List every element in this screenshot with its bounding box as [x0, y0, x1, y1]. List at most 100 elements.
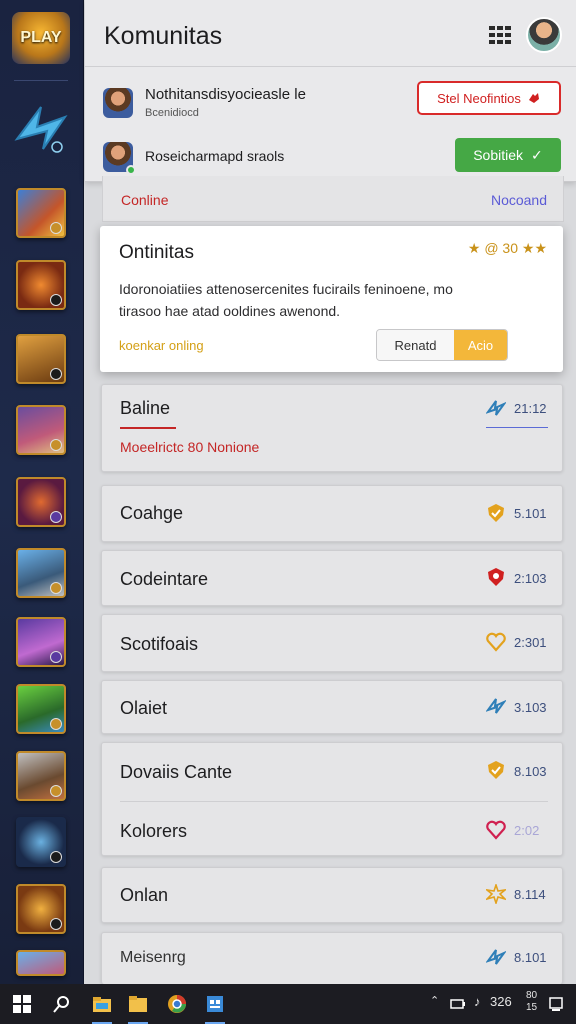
main-panel: Komunitas Nothitansdisyocieasle le Bceni… [85, 0, 576, 984]
submit-button[interactable]: Sobitiek ✓ [455, 138, 561, 172]
popup-title: Ontinitas [119, 242, 194, 263]
card-value: 2:103 [514, 571, 547, 586]
star-burst-icon [486, 884, 506, 904]
cancel-button[interactable]: Renatd [377, 330, 454, 360]
arrow-icon [486, 400, 506, 416]
clock-top: 80 [526, 990, 538, 1001]
header-divider [85, 66, 576, 67]
card-name: Meisenrg [120, 949, 186, 966]
game-tile-8[interactable] [16, 684, 66, 734]
online-dot [126, 165, 136, 175]
grid-view-icon[interactable] [489, 26, 511, 44]
search-icon[interactable] [52, 994, 72, 1014]
status-left[interactable]: Conline [121, 192, 168, 208]
popup-button-group: Renatd Acio [376, 329, 508, 361]
game-tile-7[interactable] [16, 617, 66, 667]
community-card-6[interactable]: Dovaiis Cante 8.103 Kolorers 2:02 [101, 742, 563, 856]
game-tile-1[interactable] [16, 188, 66, 238]
game-tile-9[interactable] [16, 751, 66, 801]
card-value: 2:301 [514, 635, 547, 650]
card-underline [120, 427, 176, 429]
battery-icon[interactable] [450, 994, 466, 1014]
card-name: Codeintare [120, 569, 209, 589]
user-avatar[interactable] [526, 17, 562, 53]
file-explorer-icon[interactable] [92, 994, 112, 1014]
community-card-2[interactable]: Coahge 5.101 [101, 485, 563, 542]
community-card-5[interactable]: Olaiet 3.103 [101, 680, 563, 734]
status-row: Conline Nocoand [102, 176, 564, 222]
community-popup: Ontinitas ★ @ 30 ★★ Idoronoiatiies atten… [100, 226, 563, 372]
check-icon: ✓ [531, 146, 543, 163]
request-row-2: Roseicharmapd sraols Sobitiek ✓ [85, 134, 576, 182]
card-value: 5.101 [514, 506, 547, 521]
app-logo[interactable]: PLAY [12, 12, 70, 64]
status-right[interactable]: Nocoand [491, 192, 547, 208]
clock-block[interactable]: 80 15 [526, 990, 537, 1014]
game-tile-6[interactable] [16, 548, 66, 598]
accept-button[interactable]: Acio [454, 330, 507, 360]
card-value: 8.101 [514, 950, 547, 965]
game-tile-12[interactable] [16, 950, 66, 976]
gold-shield-icon [488, 504, 504, 522]
red-shield-icon [488, 568, 504, 586]
community-card-1[interactable]: Baline 21:12 Moeelrictc 80 Nonione [101, 384, 563, 472]
card-name: Baline [120, 398, 171, 418]
request-sub: Bcenidiocd [145, 107, 199, 119]
card-name: Kolorers [120, 821, 188, 841]
card-value: 21:12 [514, 401, 547, 416]
avatar [103, 88, 133, 118]
header: Komunitas Nothitansdisyocieasle le Bceni… [85, 0, 576, 182]
request-row-1: Nothitansdisyocieasle le Bcenidiocd Stel… [85, 80, 576, 128]
game-tile-4[interactable] [16, 405, 66, 455]
hero-emblem-icon[interactable] [10, 96, 72, 162]
browser-icon[interactable] [167, 994, 187, 1014]
submit-button-label: Sobitiek [473, 147, 524, 163]
request-name: Nothitansdisyocieasle le [145, 86, 306, 103]
game-tile-11[interactable] [16, 884, 66, 934]
gold-shield-icon [488, 761, 504, 779]
card-name: Coahge [120, 503, 184, 523]
card-name: Dovaiis Cante [120, 762, 233, 782]
game-tile-10[interactable] [16, 817, 66, 867]
arrow-icon [486, 698, 506, 714]
card-value: 8.114 [514, 887, 546, 902]
folder-icon[interactable] [128, 994, 148, 1014]
avatar [103, 142, 136, 175]
chevron-up-icon[interactable]: ⌃ [430, 994, 439, 1007]
game-tile-3[interactable] [16, 334, 66, 384]
card-value: 2:02 [514, 823, 540, 838]
community-card-9[interactable]: Meisenrg 8.101 [101, 932, 563, 984]
card-value: 8.103 [514, 764, 547, 779]
heart-icon [486, 820, 506, 840]
community-card-4[interactable]: Scotifoais 2:301 [101, 614, 563, 672]
notifications-button-label: Stel Neofintios [437, 90, 521, 106]
sidebar-divider [14, 80, 68, 81]
network-icon[interactable]: ♪ [474, 994, 481, 1009]
game-tile-2[interactable] [16, 260, 66, 310]
notifications-button[interactable]: Stel Neofintios [417, 81, 561, 115]
arrow-icon [486, 949, 506, 965]
card-name: Scotifoais [120, 634, 199, 654]
logo-text: PLAY [20, 29, 62, 46]
card-underline-right [486, 427, 548, 428]
taskbar: ⌃ ♪ 326 80 15 [0, 984, 576, 1024]
game-tile-5[interactable] [16, 477, 66, 527]
card-name: Onlan [120, 885, 169, 905]
game-sidebar: PLAY [0, 0, 84, 984]
community-card-8[interactable]: Onlan 8.114 [101, 867, 563, 923]
card-value: 3.103 [514, 700, 547, 715]
clock-text[interactable]: 326 [490, 994, 512, 1009]
card-name: Olaiet [120, 698, 168, 718]
popup-rating: ★ @ 30 ★★ [467, 240, 547, 256]
windows-start-icon[interactable] [12, 994, 32, 1014]
store-icon[interactable] [205, 994, 225, 1014]
hand-icon [528, 93, 539, 103]
gold-heart-icon [486, 632, 506, 652]
community-card-3[interactable]: Codeintare 2:103 [101, 550, 563, 606]
request-text: Roseicharmapd sraols [145, 148, 285, 164]
notification-center-icon[interactable] [548, 994, 564, 1014]
clock-bottom: 15 [526, 1002, 538, 1013]
card-divider [120, 801, 548, 802]
popup-online-status: koenkar onling [119, 338, 204, 353]
page-title: Komunitas [104, 22, 223, 50]
